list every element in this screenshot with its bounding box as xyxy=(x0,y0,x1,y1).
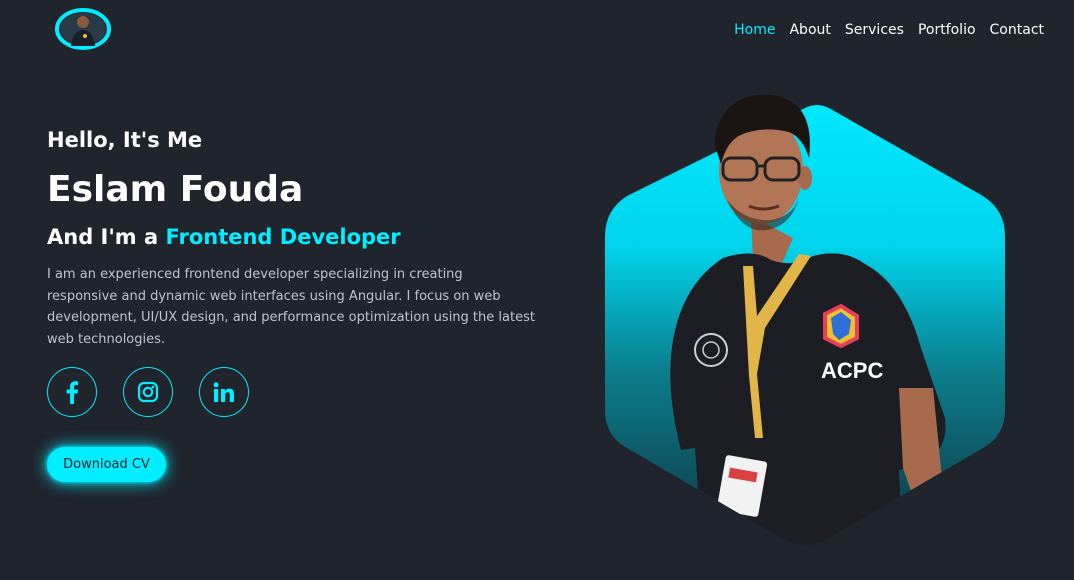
facebook-link[interactable] xyxy=(47,367,97,417)
hero-section: Hello, It's Me Eslam Fouda And I'm a Fro… xyxy=(47,126,547,482)
role-prefix: And I'm a xyxy=(47,225,159,249)
logo-avatar[interactable] xyxy=(55,8,111,50)
profile-photo: ACPC xyxy=(603,88,1007,550)
instagram-link[interactable] xyxy=(123,367,173,417)
hero-role: And I'm a Frontend Developer xyxy=(47,223,547,251)
social-links xyxy=(47,367,547,417)
nav-contact[interactable]: Contact xyxy=(990,21,1044,39)
nav-home[interactable]: Home xyxy=(734,21,775,39)
nav-about[interactable]: About xyxy=(789,21,830,39)
role-title: Frontend Developer xyxy=(165,225,401,249)
linkedin-link[interactable] xyxy=(199,367,249,417)
download-cv-button[interactable]: Download CV xyxy=(47,447,166,482)
hero-name: Eslam Fouda xyxy=(47,169,304,210)
portfolio-page: Home About Services Portfolio Contact He… xyxy=(0,0,1074,580)
hero-greeting: Hello, It's Me xyxy=(47,128,203,152)
main-nav: Home About Services Portfolio Contact xyxy=(734,21,1044,39)
nav-services[interactable]: Services xyxy=(845,21,904,39)
instagram-icon xyxy=(137,381,159,403)
facebook-icon xyxy=(66,381,79,404)
shirt-logo-text: ACPC xyxy=(821,358,883,383)
nav-portfolio[interactable]: Portfolio xyxy=(918,21,976,39)
linkedin-icon xyxy=(213,382,234,402)
hero-description: I am an experienced frontend developer s… xyxy=(47,267,535,347)
